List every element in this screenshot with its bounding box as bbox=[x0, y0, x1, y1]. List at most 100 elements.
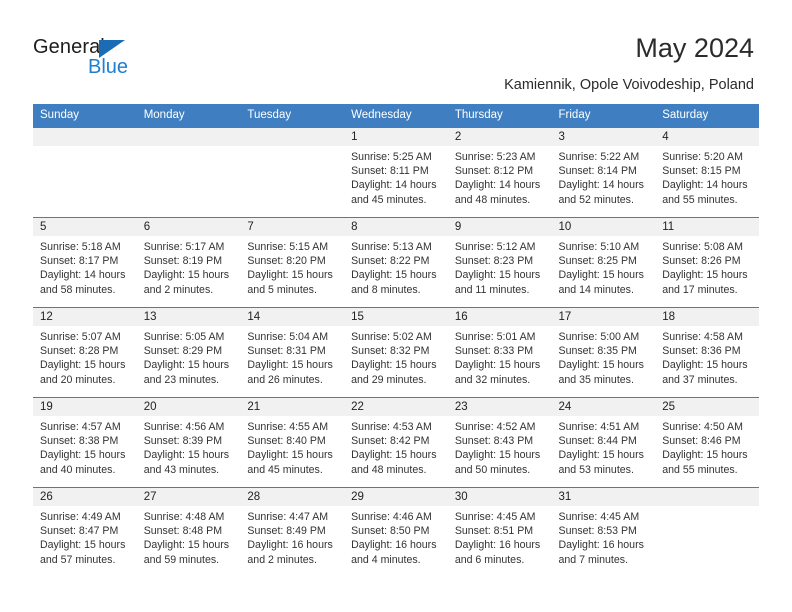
day-number: 11 bbox=[655, 218, 759, 236]
calendar-day-cell[interactable]: 4 Sunrise: 5:20 AM Sunset: 8:15 PM Daylight… bbox=[655, 127, 759, 218]
calendar-day-cell[interactable]: 29 Sunrise: 4:46 AM Sunset: 8:50 PM Dayligh… bbox=[344, 487, 448, 578]
calendar-day-cell[interactable]: 7 Sunrise: 5:15 AM Sunset: 8:20 PM Daylight… bbox=[240, 217, 345, 308]
day-details: Sunrise: 5:12 AM Sunset: 8:23 PM Daylight:… bbox=[448, 236, 552, 297]
calendar-day-cell[interactable]: 6 Sunrise: 5:17 AM Sunset: 8:19 PM Daylight… bbox=[136, 217, 241, 308]
calendar-day-cell-empty bbox=[33, 127, 137, 218]
calendar-day-cell[interactable]: 13 Sunrise: 5:05 AM Sunset: 8:29 PM Dayligh… bbox=[136, 307, 241, 398]
daylight-duration-line2: and 26 minutes. bbox=[247, 373, 323, 386]
day-details: Sunrise: 5:08 AM Sunset: 8:26 PM Daylight:… bbox=[655, 236, 759, 297]
sunrise-time: Sunrise: 4:58 AM bbox=[662, 331, 743, 343]
calendar-day-cell[interactable]: 20 Sunrise: 4:56 AM Sunset: 8:39 PM Dayligh… bbox=[136, 397, 241, 488]
calendar-day-cell[interactable]: 17 Sunrise: 5:00 AM Sunset: 8:35 PM Dayligh… bbox=[551, 307, 656, 398]
general-blue-logo[interactable]: General Blue bbox=[33, 36, 233, 82]
day-details: Sunrise: 5:02 AM Sunset: 8:32 PM Daylight:… bbox=[344, 326, 448, 387]
daylight-duration-line2: and 29 minutes. bbox=[351, 373, 427, 386]
daylight-duration-line2: and 23 minutes. bbox=[143, 373, 220, 386]
calendar-day-cell[interactable]: 15 Sunrise: 5:02 AM Sunset: 8:32 PM Dayligh… bbox=[344, 307, 448, 398]
calendar-day-cell[interactable]: 18 Sunrise: 4:58 AM Sunset: 8:36 PM Dayligh… bbox=[655, 307, 759, 398]
daylight-duration-line1: Daylight: 14 hours bbox=[40, 269, 126, 282]
day-number: 1 bbox=[344, 128, 448, 146]
sunset-time: Sunset: 8:15 PM bbox=[662, 165, 741, 178]
daylight-duration-line1: Daylight: 15 hours bbox=[662, 269, 748, 282]
daylight-duration-line1: Daylight: 15 hours bbox=[454, 359, 541, 372]
day-details: Sunrise: 5:25 AM Sunset: 8:11 PM Daylight:… bbox=[344, 146, 448, 207]
daylight-duration-line1: Daylight: 14 hours bbox=[351, 179, 437, 192]
daylight-duration-line2: and 4 minutes. bbox=[351, 553, 421, 566]
day-details: Sunrise: 4:58 AM Sunset: 8:36 PM Daylight:… bbox=[655, 326, 759, 387]
daylight-duration-line2: and 53 minutes. bbox=[558, 463, 634, 476]
sunset-time: Sunset: 8:40 PM bbox=[247, 435, 326, 448]
day-details: Sunrise: 4:52 AM Sunset: 8:43 PM Daylight:… bbox=[448, 416, 552, 477]
weekday-header-thursday: Thursday bbox=[447, 104, 552, 128]
sunset-time: Sunset: 8:31 PM bbox=[247, 345, 326, 358]
calendar-day-cell[interactable]: 31 Sunrise: 4:45 AM Sunset: 8:53 PM Dayligh… bbox=[551, 487, 656, 578]
calendar-day-cell[interactable]: 5 Sunrise: 5:18 AM Sunset: 8:17 PM Daylight… bbox=[33, 217, 137, 308]
calendar-day-cell[interactable]: 9 Sunrise: 5:12 AM Sunset: 8:23 PM Daylight… bbox=[447, 217, 552, 308]
calendar-day-cell[interactable]: 2 Sunrise: 5:23 AM Sunset: 8:12 PM Daylight… bbox=[447, 127, 552, 218]
daylight-duration-line1: Daylight: 15 hours bbox=[143, 449, 230, 462]
daylight-duration-line1: Daylight: 15 hours bbox=[247, 269, 333, 282]
sunrise-time: Sunrise: 5:08 AM bbox=[662, 241, 743, 253]
calendar-day-cell[interactable]: 22 Sunrise: 4:53 AM Sunset: 8:42 PM Dayligh… bbox=[344, 397, 448, 488]
logo-text-general: General bbox=[33, 36, 105, 58]
sunrise-time: Sunrise: 5:00 AM bbox=[558, 331, 640, 343]
sunset-time: Sunset: 8:50 PM bbox=[351, 525, 430, 538]
day-details: Sunrise: 5:22 AM Sunset: 8:14 PM Daylight:… bbox=[552, 146, 656, 207]
calendar-day-cell[interactable]: 14 Sunrise: 5:04 AM Sunset: 8:31 PM Dayligh… bbox=[240, 307, 345, 398]
day-number: 25 bbox=[655, 398, 759, 416]
daylight-duration-line2: and 55 minutes. bbox=[662, 463, 738, 476]
calendar-day-cell[interactable]: 25 Sunrise: 4:50 AM Sunset: 8:46 PM Dayligh… bbox=[655, 397, 759, 488]
logo-text-blue: Blue bbox=[88, 56, 129, 78]
calendar-day-cell[interactable]: 27 Sunrise: 4:48 AM Sunset: 8:48 PM Dayligh… bbox=[136, 487, 241, 578]
day-number: 24 bbox=[551, 398, 656, 416]
day-details: Sunrise: 5:00 AM Sunset: 8:35 PM Daylight:… bbox=[552, 326, 656, 387]
calendar-day-cell[interactable]: 28 Sunrise: 4:47 AM Sunset: 8:49 PM Dayligh… bbox=[240, 487, 345, 578]
calendar-day-cell[interactable]: 12 Sunrise: 5:07 AM Sunset: 8:28 PM Dayligh… bbox=[33, 307, 137, 398]
daylight-duration-line2: and 59 minutes. bbox=[143, 553, 220, 566]
day-number: 30 bbox=[447, 488, 552, 506]
calendar-day-cell[interactable]: 10 Sunrise: 5:10 AM Sunset: 8:25 PM Dayligh… bbox=[551, 217, 656, 308]
calendar-day-cell[interactable]: 30 Sunrise: 4:45 AM Sunset: 8:51 PM Dayligh… bbox=[447, 487, 552, 578]
daylight-duration-line1: Daylight: 15 hours bbox=[247, 359, 333, 372]
calendar-day-cell[interactable]: 24 Sunrise: 4:51 AM Sunset: 8:44 PM Dayligh… bbox=[551, 397, 656, 488]
daylight-duration-line1: Daylight: 15 hours bbox=[558, 449, 644, 462]
sunset-time: Sunset: 8:51 PM bbox=[454, 525, 534, 538]
calendar-day-cell[interactable]: 16 Sunrise: 5:01 AM Sunset: 8:33 PM Dayligh… bbox=[447, 307, 552, 398]
calendar-day-cell[interactable]: 1 Sunrise: 5:25 AM Sunset: 8:11 PM Daylight… bbox=[344, 127, 448, 218]
day-number: 31 bbox=[551, 488, 656, 506]
day-number: 21 bbox=[240, 398, 345, 416]
day-number: 18 bbox=[655, 308, 759, 326]
sunrise-time: Sunrise: 4:53 AM bbox=[351, 421, 432, 433]
calendar-day-cell[interactable]: 3 Sunrise: 5:22 AM Sunset: 8:14 PM Daylight… bbox=[551, 127, 656, 218]
calendar-day-cell[interactable]: 11 Sunrise: 5:08 AM Sunset: 8:26 PM Dayligh… bbox=[655, 217, 759, 308]
sunrise-time: Sunrise: 5:07 AM bbox=[40, 331, 121, 343]
day-details: Sunrise: 5:13 AM Sunset: 8:22 PM Daylight:… bbox=[344, 236, 448, 297]
day-details: Sunrise: 5:23 AM Sunset: 8:12 PM Daylight:… bbox=[448, 146, 552, 207]
day-details: Sunrise: 4:53 AM Sunset: 8:42 PM Daylight:… bbox=[344, 416, 448, 477]
daylight-duration-line1: Daylight: 14 hours bbox=[558, 179, 644, 192]
daylight-duration-line2: and 55 minutes. bbox=[662, 193, 738, 206]
calendar-day-cell[interactable]: 19 Sunrise: 4:57 AM Sunset: 8:38 PM Dayligh… bbox=[33, 397, 137, 488]
daylight-duration-line1: Daylight: 14 hours bbox=[454, 179, 541, 192]
daylight-duration-line1: Daylight: 16 hours bbox=[454, 539, 541, 552]
page-subtitle: Kamiennik, Opole Voivodeship, Poland bbox=[504, 77, 754, 93]
day-details: Sunrise: 5:10 AM Sunset: 8:25 PM Daylight:… bbox=[552, 236, 656, 297]
daylight-duration-line2: and 11 minutes. bbox=[454, 283, 530, 296]
calendar-day-cell[interactable]: 21 Sunrise: 4:55 AM Sunset: 8:40 PM Dayligh… bbox=[240, 397, 345, 488]
calendar-day-cell[interactable]: 26 Sunrise: 4:49 AM Sunset: 8:47 PM Dayligh… bbox=[33, 487, 137, 578]
calendar-day-cell[interactable]: 8 Sunrise: 5:13 AM Sunset: 8:22 PM Daylight… bbox=[344, 217, 448, 308]
sunset-time: Sunset: 8:46 PM bbox=[662, 435, 741, 448]
calendar-day-cell[interactable]: 23 Sunrise: 4:52 AM Sunset: 8:43 PM Dayligh… bbox=[447, 397, 552, 488]
sunset-time: Sunset: 8:35 PM bbox=[558, 345, 637, 358]
day-details: Sunrise: 4:50 AM Sunset: 8:46 PM Daylight:… bbox=[655, 416, 759, 477]
sunrise-time: Sunrise: 5:25 AM bbox=[351, 151, 432, 163]
sunrise-time: Sunrise: 5:17 AM bbox=[143, 241, 225, 253]
daylight-duration-line1: Daylight: 15 hours bbox=[247, 449, 333, 462]
day-number: 28 bbox=[240, 488, 345, 506]
day-number: 14 bbox=[240, 308, 345, 326]
calendar-body: 1 Sunrise: 5:25 AM Sunset: 8:11 PM Daylight… bbox=[33, 127, 759, 578]
sunset-time: Sunset: 8:11 PM bbox=[351, 165, 429, 178]
sunset-time: Sunset: 8:53 PM bbox=[558, 525, 637, 538]
sunset-time: Sunset: 8:32 PM bbox=[351, 345, 430, 358]
daylight-duration-line1: Daylight: 15 hours bbox=[558, 359, 644, 372]
